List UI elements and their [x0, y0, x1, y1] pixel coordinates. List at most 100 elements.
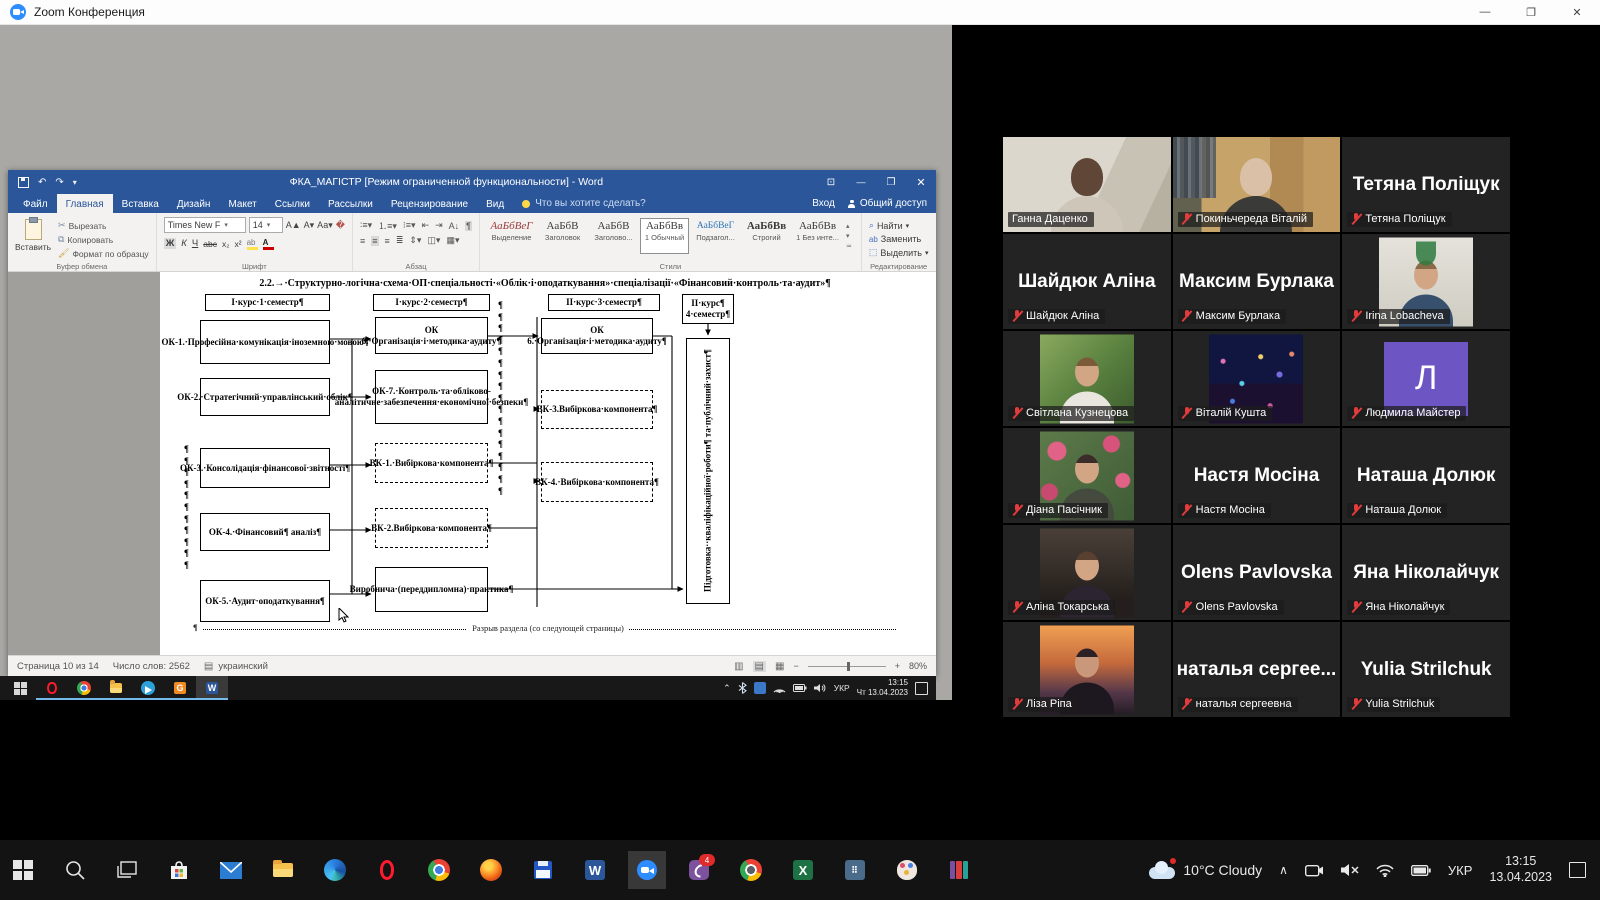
style-card[interactable]: АаБбВв 1 Без инте... — [793, 218, 842, 254]
taskbar-calculator-icon[interactable]: ⠿ — [842, 857, 868, 883]
participant-tile[interactable]: Irina Lobacheva — [1342, 234, 1510, 329]
zoom-out-icon[interactable]: − — [793, 661, 798, 671]
clock[interactable]: 13:15 Чт 13.04.2023 — [857, 678, 908, 698]
tab-file[interactable]: Файл — [14, 194, 57, 213]
network-icon[interactable] — [773, 683, 786, 693]
camera-tray-icon[interactable] — [1305, 863, 1324, 877]
redo-icon[interactable] — [55, 177, 63, 188]
bold-button[interactable]: Ж — [164, 238, 177, 249]
multilevel-icon[interactable]: ⁝≡▾ — [403, 220, 416, 231]
underline-button[interactable]: Ч — [192, 238, 198, 249]
close-button[interactable]: ✕ — [1554, 0, 1600, 24]
participant-tile[interactable]: Яна Ніколайчук Яна Ніколайчук — [1342, 525, 1510, 620]
style-card-selected[interactable]: АаБбВв 1 Обычный — [640, 218, 689, 254]
taskbar-telegram-icon[interactable] — [132, 676, 164, 700]
participant-tile[interactable]: Olens Pavlovska Olens Pavlovska — [1173, 525, 1341, 620]
start-button[interactable] — [10, 857, 36, 883]
font-name-select[interactable]: Times New F▾ — [164, 217, 246, 233]
align-right-icon[interactable]: ≡ — [385, 236, 390, 246]
taskbar-mail-icon[interactable] — [218, 857, 244, 883]
participant-tile[interactable]: Максим Бурлака Максим Бурлака — [1173, 234, 1341, 329]
copy-button[interactable]: ⧉Копировать — [58, 234, 149, 245]
tray-expand-icon[interactable]: ⌃ — [723, 683, 731, 694]
weather-widget[interactable]: 10°C Cloudy — [1149, 861, 1262, 879]
zoom-slider[interactable] — [808, 666, 886, 667]
strikethrough-button[interactable]: abc — [203, 239, 217, 249]
app-tray-icon[interactable] — [754, 682, 766, 694]
taskbar-chrome-profile-icon[interactable] — [738, 857, 764, 883]
shading-icon[interactable]: ◫▾ — [427, 235, 440, 246]
maximize-button[interactable]: ❐ — [1508, 0, 1554, 24]
superscript-button[interactable]: x² — [235, 239, 242, 249]
tab-home[interactable]: Главная — [57, 194, 113, 213]
taskbar-edge-icon[interactable] — [322, 857, 348, 883]
tab-design[interactable]: Дизайн — [168, 194, 220, 213]
taskbar-word-icon[interactable]: W — [582, 857, 608, 883]
web-layout-icon[interactable]: ▦ — [775, 661, 784, 672]
zoom-level[interactable]: 80% — [909, 661, 927, 671]
minimize-button[interactable]: — — [1462, 0, 1508, 24]
font-color-button[interactable]: А — [263, 238, 274, 249]
borders-icon[interactable]: ▦▾ — [446, 235, 459, 246]
participant-tile[interactable]: Аліна Токарська — [1003, 525, 1171, 620]
taskbar-floppy-app-icon[interactable] — [530, 857, 556, 883]
taskbar-excel-icon[interactable]: X — [790, 857, 816, 883]
taskbar-word-icon[interactable]: W — [196, 676, 228, 700]
participant-tile[interactable]: Тетяна Поліщук Тетяна Поліщук — [1342, 137, 1510, 232]
clock[interactable]: 13:15 13.04.2023 — [1489, 854, 1552, 885]
subscript-button[interactable]: x₂ — [222, 239, 230, 249]
speaker-muted-icon[interactable] — [1341, 863, 1359, 877]
participant-tile[interactable]: Шайдюк Аліна Шайдюк Аліна — [1003, 234, 1171, 329]
taskbar-opera-icon[interactable] — [374, 857, 400, 883]
taskbar-g-app-icon[interactable]: G — [164, 676, 196, 700]
battery-icon[interactable] — [793, 684, 807, 692]
numbering-icon[interactable]: ⒈≡▾ — [378, 219, 397, 232]
qat-customize-icon[interactable] — [73, 177, 77, 188]
font-size-select[interactable]: 14▾ — [249, 217, 283, 233]
justify-icon[interactable]: ≣ — [396, 235, 404, 246]
participant-tile[interactable]: Настя Мосіна Настя Мосіна — [1173, 428, 1341, 523]
save-icon[interactable] — [18, 177, 29, 188]
task-view-button[interactable] — [114, 857, 140, 883]
style-card[interactable]: АаБбВеГ Подзагол... — [691, 218, 740, 254]
participant-tile[interactable]: Наташа Долюк Наташа Долюк — [1342, 428, 1510, 523]
participant-tile[interactable]: Yulia Strilchuk Yulia Strilchuk — [1342, 622, 1510, 717]
taskbar-chrome-icon[interactable] — [68, 676, 100, 700]
line-spacing-icon[interactable]: ⇕▾ — [409, 235, 421, 246]
taskbar-file-explorer-icon[interactable] — [270, 857, 296, 883]
format-painter-button[interactable]: 🖌Формат по образцу — [58, 248, 149, 259]
tab-layout[interactable]: Макет — [219, 194, 265, 213]
taskbar-file-explorer-icon[interactable] — [100, 676, 132, 700]
bullets-icon[interactable]: ∶≡▾ — [360, 220, 372, 231]
taskbar-chrome-icon[interactable] — [426, 857, 452, 883]
indent-icon[interactable]: ⇥ — [435, 220, 443, 231]
participant-tile[interactable]: Покиньчереда Віталій — [1173, 137, 1341, 232]
align-center-icon[interactable]: ≡ — [371, 236, 378, 246]
outdent-icon[interactable]: ⇤ — [422, 220, 430, 231]
keyboard-language[interactable]: УКР — [834, 683, 850, 693]
ribbon-options-button[interactable] — [816, 170, 846, 194]
print-layout-icon[interactable]: ▤ — [753, 661, 766, 672]
taskbar-zoom-icon-active[interactable] — [634, 857, 660, 883]
participant-tile-active-speaker[interactable]: Ганна Даценко — [1003, 137, 1171, 232]
style-card[interactable]: АаБбВ Заголово... — [589, 218, 638, 254]
participant-tile[interactable]: наталья сергее... наталья сергеевна — [1173, 622, 1341, 717]
styles-up-icon[interactable]: ▴ — [846, 222, 852, 230]
cut-button[interactable]: ✂Вырезать — [58, 220, 149, 231]
taskbar-viber-icon[interactable]: 4 — [686, 857, 712, 883]
tray-expand-icon[interactable]: ∧ — [1279, 863, 1288, 877]
change-case-icon[interactable]: Аа▾ — [317, 220, 333, 231]
find-button[interactable]: ⌕Найти▾ — [869, 220, 929, 231]
taskbar-paint-icon[interactable] — [894, 857, 920, 883]
tab-insert[interactable]: Вставка — [113, 194, 168, 213]
undo-icon[interactable] — [38, 177, 46, 188]
styles-down-icon[interactable]: ▾ — [846, 232, 852, 240]
taskbar-firefox-icon[interactable] — [478, 857, 504, 883]
tab-review[interactable]: Рецензирование — [382, 194, 477, 213]
search-button[interactable] — [62, 857, 88, 883]
word-count[interactable]: Число слов: 2562 — [113, 661, 190, 672]
tab-view[interactable]: Вид — [477, 194, 513, 213]
participant-tile[interactable]: Діана Пасічник — [1003, 428, 1171, 523]
select-button[interactable]: ⬚Выделить▾ — [869, 247, 929, 258]
word-close-button[interactable] — [906, 170, 936, 194]
